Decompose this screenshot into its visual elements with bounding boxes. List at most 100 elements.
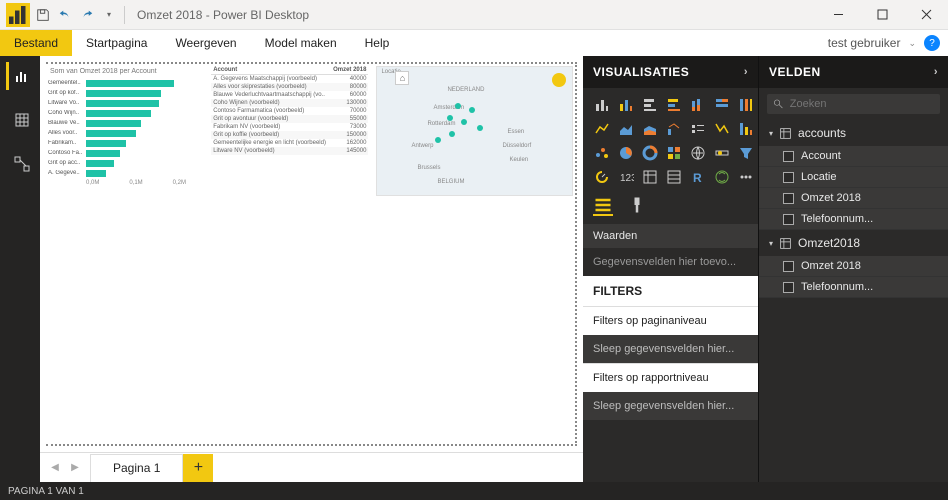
menu-help[interactable]: Help	[351, 30, 404, 56]
qat-dropdown-icon[interactable]: ▾	[100, 6, 118, 24]
field-item[interactable]: Locatie	[759, 167, 948, 188]
viz-type-icon[interactable]: 123	[617, 168, 635, 186]
window-title: Omzet 2018 - Power BI Desktop	[137, 8, 309, 22]
viz-type-icon[interactable]	[641, 144, 659, 162]
field-checkbox[interactable]	[783, 261, 794, 272]
close-button[interactable]	[904, 0, 948, 30]
nav-data-icon[interactable]	[6, 106, 34, 134]
bar-chart-visual[interactable]: Som van Omzet 2018 per Account Gemeentel…	[46, 66, 203, 196]
filter-report-dropzone[interactable]: Sleep gegevensvelden hier...	[583, 392, 758, 420]
field-item[interactable]: Telefoonnum...	[759, 277, 948, 298]
viz-type-icon[interactable]	[737, 168, 755, 186]
viz-type-icon[interactable]	[641, 96, 659, 114]
table-row[interactable]: Fabrikam NV (voorbeeld)73000	[211, 123, 368, 131]
map-label: Antwerp	[411, 143, 433, 149]
table-row[interactable]: Gemeentelijke energie en licht (voorbeel…	[211, 139, 368, 147]
viz-type-icon[interactable]	[617, 96, 635, 114]
viz-type-icon[interactable]	[641, 168, 659, 186]
viz-type-icon[interactable]	[641, 120, 659, 138]
field-checkbox[interactable]	[783, 282, 794, 293]
bar-row: Blauwe Ve..	[46, 118, 203, 128]
field-checkbox[interactable]	[783, 151, 794, 162]
status-text: PAGINA 1 VAN 1	[8, 486, 84, 497]
svg-text:123: 123	[620, 173, 634, 184]
menu-file[interactable]: Bestand	[0, 30, 72, 56]
table-group[interactable]: ▾Omzet2018	[759, 230, 948, 256]
viz-type-icon[interactable]	[617, 144, 635, 162]
filter-report-section[interactable]: Filters op rapportniveau	[583, 363, 758, 392]
viz-type-icon[interactable]	[713, 144, 731, 162]
viz-type-icon[interactable]	[617, 120, 635, 138]
add-page-button[interactable]: +	[183, 454, 213, 482]
viz-type-icon[interactable]	[665, 168, 683, 186]
viz-type-icon[interactable]	[665, 120, 683, 138]
viz-type-icon[interactable]	[713, 168, 731, 186]
maximize-button[interactable]	[860, 0, 904, 30]
viz-type-icon[interactable]	[593, 144, 611, 162]
menu-start[interactable]: Startpagina	[72, 30, 161, 56]
nav-model-icon[interactable]	[6, 150, 34, 178]
map-home-icon[interactable]: ⌂	[395, 71, 409, 85]
collapse-visualisations-icon[interactable]: ›	[744, 66, 748, 78]
viz-type-icon[interactable]	[737, 144, 755, 162]
map-visual[interactable]: Locatie ⌂ NEDERLAND Amsterdam Rotterdam …	[376, 66, 573, 196]
fields-search[interactable]	[767, 94, 940, 114]
table-row[interactable]: Litware NV (voorbeeld)145000	[211, 147, 368, 155]
values-dropzone[interactable]: Gegevensvelden hier toevo...	[583, 248, 758, 276]
viz-type-icon[interactable]	[713, 120, 731, 138]
page-tab[interactable]: Pagina 1	[90, 454, 183, 482]
help-icon[interactable]: ?	[924, 35, 940, 51]
filter-page-section[interactable]: Filters op paginaniveau	[583, 306, 758, 335]
search-input[interactable]	[790, 98, 934, 110]
table-row[interactable]: Grit op koffie (voorbeeld)150000	[211, 131, 368, 139]
table-row[interactable]: Blauwe Vederluchtvaartmaatschappij (vo..…	[211, 91, 368, 99]
field-checkbox[interactable]	[783, 172, 794, 183]
menu-model[interactable]: Model maken	[251, 30, 351, 56]
format-tool-icon[interactable]	[627, 196, 647, 216]
map-marker-icon[interactable]	[552, 73, 566, 87]
menu-view[interactable]: Weergeven	[161, 30, 250, 56]
page-next-icon[interactable]: ▶	[66, 459, 84, 477]
filter-page-dropzone[interactable]: Sleep gegevensvelden hier...	[583, 335, 758, 363]
viz-type-icon[interactable]	[713, 96, 731, 114]
table-row[interactable]: Contoso Farmamatica (voorbeeld)70000	[211, 107, 368, 115]
save-icon[interactable]	[34, 6, 52, 24]
table-icon	[779, 127, 792, 140]
page-prev-icon[interactable]: ◀	[46, 459, 64, 477]
user-label[interactable]: test gebruiker	[828, 36, 901, 50]
field-item[interactable]: Omzet 2018	[759, 188, 948, 209]
field-item[interactable]: Telefoonnum...	[759, 209, 948, 230]
field-item[interactable]: Account	[759, 146, 948, 167]
minimize-button[interactable]	[816, 0, 860, 30]
viz-type-icon[interactable]	[593, 120, 611, 138]
viz-type-icon[interactable]: R	[689, 168, 707, 186]
field-checkbox[interactable]	[783, 193, 794, 204]
viz-type-icon[interactable]	[689, 120, 707, 138]
table-row[interactable]: Alles voor skiprestaties (voorbeeld)8000…	[211, 83, 368, 91]
nav-report-icon[interactable]	[6, 62, 34, 90]
map-label: Rotterdam	[427, 121, 455, 127]
collapse-fields-icon[interactable]: ›	[934, 66, 938, 78]
viz-type-icon[interactable]	[737, 96, 755, 114]
viz-type-icon[interactable]	[665, 144, 683, 162]
viz-type-icon[interactable]	[689, 96, 707, 114]
user-chevron-icon[interactable]: ⌄	[908, 38, 916, 49]
table-group[interactable]: ▾accounts	[759, 120, 948, 146]
table-row[interactable]: Coho Wijnen (voorbeeld)130000	[211, 99, 368, 107]
field-checkbox[interactable]	[783, 214, 794, 225]
table-visual[interactable]: AccountOmzet 2018A. Gegevens Maatschappi…	[211, 66, 368, 196]
viz-type-icon[interactable]	[737, 120, 755, 138]
menu-bar: Bestand Startpagina Weergeven Model make…	[0, 30, 948, 56]
field-item[interactable]: Omzet 2018	[759, 256, 948, 277]
undo-icon[interactable]	[56, 6, 74, 24]
fields-header: VELDEN	[769, 65, 821, 79]
bar-row: A. Gegeve..	[46, 168, 203, 178]
viz-type-icon[interactable]	[665, 96, 683, 114]
table-row[interactable]: Grit op avontuur (voorbeeld)55000	[211, 115, 368, 123]
redo-icon[interactable]	[78, 6, 96, 24]
fields-tool-icon[interactable]	[593, 196, 613, 216]
viz-type-icon[interactable]	[689, 144, 707, 162]
table-row[interactable]: A. Gegevens Maatschappij (voorbeeld)4000…	[211, 75, 368, 84]
viz-type-icon[interactable]	[593, 96, 611, 114]
viz-type-icon[interactable]	[593, 168, 611, 186]
